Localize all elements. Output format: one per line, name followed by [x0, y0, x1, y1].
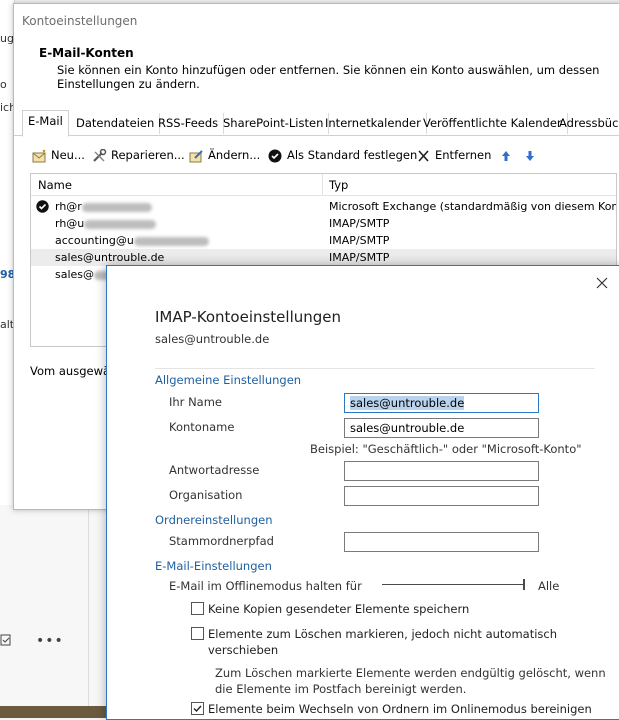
column-divider — [322, 174, 323, 195]
mark-for-deletion-label-line1: Elemente zum Löschen markieren, jedoch n… — [208, 627, 558, 641]
list-header: Name Typ — [31, 174, 616, 196]
deletion-note-line2: die Elemente im Postfach bereinigt werde… — [215, 682, 467, 696]
account-toolbar: Neu... Reparieren... Ändern... Als Stand… — [32, 145, 612, 165]
close-icon — [418, 150, 429, 162]
tab-published-calendars[interactable]: Veröffentlichte Kalender — [418, 113, 568, 134]
arrow-down-icon — [526, 151, 534, 161]
calendar-check-icon[interactable] — [0, 633, 12, 647]
deletion-note-line1: Zum Löschen markierte Elemente werden en… — [215, 666, 606, 680]
offline-slider-value: Alle — [538, 579, 560, 593]
background-divider — [88, 508, 89, 708]
account-name-input[interactable]: sales@untrouble.de — [344, 418, 539, 438]
mark-for-deletion-label-line2: verschieben — [208, 643, 279, 657]
column-header-name[interactable]: Name — [38, 178, 72, 192]
no-sent-copies-label: Keine Kopien gesendeter Elemente speiche… — [208, 602, 470, 616]
tab-bar: E-Mail Datendateien RSS-Feeds SharePoint… — [14, 110, 619, 137]
offline-mode-label: E-Mail im Offlinemodus halten für — [169, 579, 362, 593]
redacted-text — [84, 219, 157, 229]
mark-for-deletion-checkbox[interactable] — [191, 627, 204, 640]
reply-address-input[interactable] — [344, 461, 539, 481]
your-name-input[interactable]: sales@untrouble.de — [344, 393, 539, 413]
imap-settings-dialog: IMAP-Kontoeinstellungen sales@untrouble.… — [106, 265, 619, 720]
account-name: sales@untrouble.de — [55, 251, 165, 264]
email-accounts-description: Sie können ein Konto hinzufügen oder ent… — [57, 63, 600, 91]
new-mail-icon — [32, 149, 46, 163]
your-name-label: Ihr Name — [169, 395, 222, 409]
background-text-fragment: o — [0, 78, 7, 91]
purge-on-switch-checkbox[interactable] — [191, 702, 204, 715]
set-default-label: Als Standard festlegen — [287, 148, 418, 162]
redacted-text — [133, 236, 209, 246]
account-type: IMAP/SMTP — [329, 234, 390, 247]
close-icon[interactable] — [591, 272, 613, 294]
default-account-check-icon — [36, 200, 49, 213]
dialog-email: sales@untrouble.de — [155, 332, 270, 346]
remove-button[interactable]: Entfernen — [416, 145, 491, 165]
move-down-button[interactable] — [524, 145, 539, 165]
tab-internet-calendars[interactable]: Internetkalender — [320, 113, 427, 134]
account-name-label: Kontoname — [169, 420, 235, 434]
repair-label: Reparieren... — [111, 148, 185, 162]
column-header-type[interactable]: Typ — [329, 178, 348, 192]
arrow-up-icon — [502, 151, 510, 161]
repair-button[interactable]: Reparieren... — [92, 145, 185, 165]
set-default-button[interactable]: Als Standard festlegen — [268, 145, 417, 165]
account-name: rh@u — [55, 215, 157, 232]
account-name: accounting@u — [55, 232, 209, 249]
email-accounts-heading: E-Mail-Konten — [39, 46, 134, 60]
general-settings-heading: Allgemeine Einstellungen — [155, 373, 302, 387]
account-type: IMAP/SMTP — [329, 217, 390, 230]
no-sent-copies-checkbox[interactable] — [191, 602, 204, 615]
folder-settings-heading: Ordnereinstellungen — [155, 513, 273, 527]
new-account-label: Neu... — [51, 148, 85, 162]
more-options-button[interactable]: ••• — [36, 633, 64, 649]
list-item-selected[interactable]: sales@untrouble.de IMAP/SMTP — [31, 249, 616, 266]
section-divider — [155, 368, 595, 369]
tab-rss-feeds[interactable]: RSS-Feeds — [153, 113, 225, 134]
account-type: Microsoft Exchange (standardmäßig von di… — [329, 200, 617, 213]
selected-account-label: Vom ausgewäh — [30, 364, 118, 378]
background-text-fragment: alt — [0, 318, 15, 331]
organization-label: Organisation — [169, 488, 243, 502]
root-folder-path-label: Stammordnerpfad — [169, 534, 274, 548]
tab-email[interactable]: E-Mail — [22, 110, 69, 137]
change-button[interactable]: Ändern... — [189, 145, 260, 165]
organization-input[interactable] — [344, 486, 539, 506]
tab-data-files[interactable]: Datendateien — [71, 113, 161, 134]
root-folder-path-input[interactable] — [344, 532, 539, 552]
remove-label: Entfernen — [435, 148, 492, 162]
tab-address-books[interactable]: Adressbüch — [554, 113, 619, 134]
checkmark-icon — [193, 705, 202, 713]
account-name-example: Beispiel: "Geschäftlich-" oder "Microsof… — [310, 442, 582, 456]
window-title: Kontoeinstellungen — [22, 14, 138, 28]
list-item[interactable]: rh@r Microsoft Exchange (standardmäßig v… — [31, 198, 616, 215]
list-item[interactable]: accounting@u IMAP/SMTP — [31, 232, 616, 249]
purge-on-switch-label: Elemente beim Wechseln von Ordnern im On… — [208, 702, 592, 716]
move-up-button[interactable] — [500, 145, 515, 165]
background-bottom-panel: ••• — [0, 505, 110, 718]
change-icon — [189, 150, 203, 163]
tab-sharepoint-lists[interactable]: SharePoint-Listen — [218, 113, 330, 134]
mail-settings-heading: E-Mail-Einstellungen — [155, 559, 272, 573]
new-account-button[interactable]: Neu... — [32, 145, 85, 165]
redacted-text — [81, 202, 152, 212]
offline-slider-thumb[interactable] — [523, 579, 525, 590]
account-type: IMAP/SMTP — [329, 251, 390, 264]
background-image-fragment — [0, 706, 110, 718]
change-label: Ändern... — [208, 148, 261, 162]
dialog-title: IMAP-Kontoeinstellungen — [155, 308, 342, 326]
account-name: rh@r — [55, 198, 152, 215]
checkmark-circle-icon — [268, 149, 282, 163]
wrench-icon — [93, 148, 107, 162]
list-item[interactable]: rh@u IMAP/SMTP — [31, 215, 616, 232]
reply-address-label: Antwortadresse — [169, 463, 260, 477]
offline-slider-track[interactable] — [382, 584, 525, 585]
